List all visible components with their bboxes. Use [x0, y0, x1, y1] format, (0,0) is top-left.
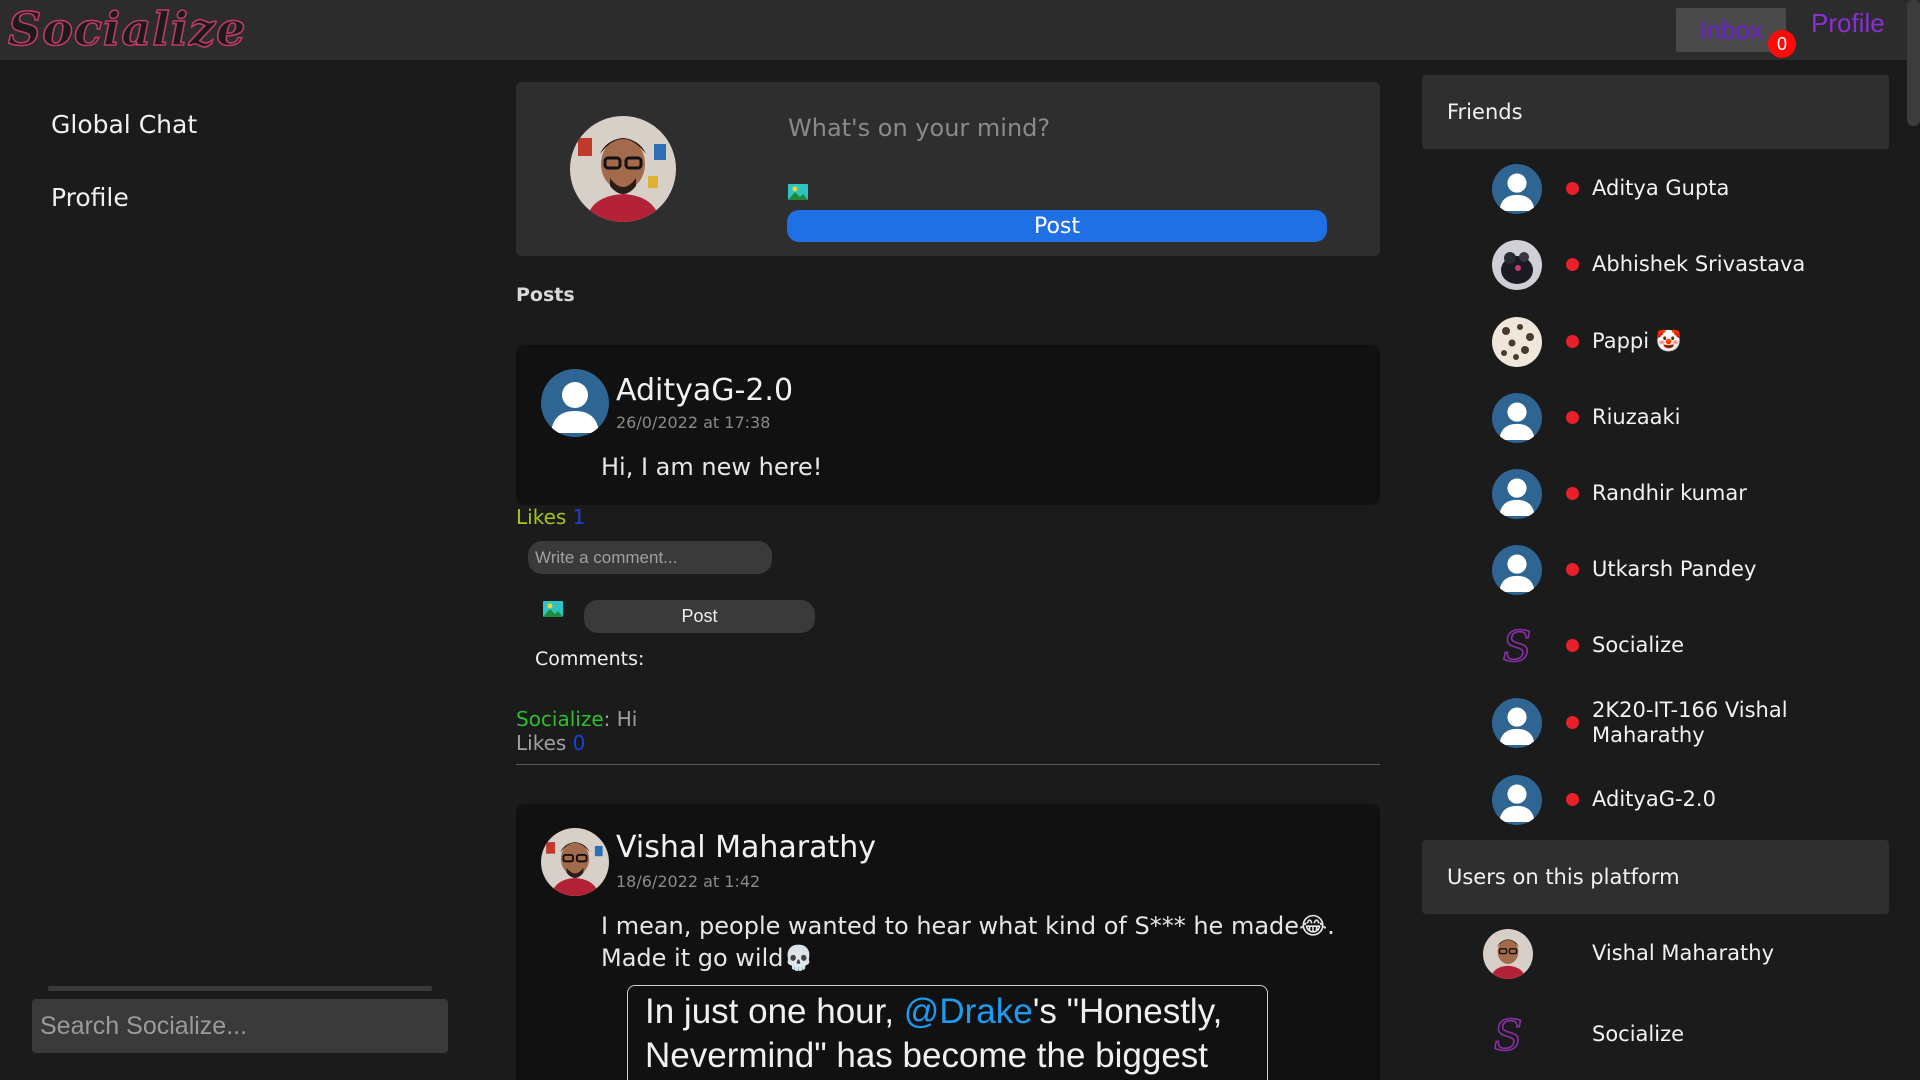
default-avatar-icon	[1492, 393, 1542, 443]
user-item[interactable]: S Socialize	[1483, 1010, 1883, 1062]
svg-text:S: S	[1503, 622, 1532, 671]
embedded-tweet[interactable]: In just one hour, @Drake's "Honestly, Ne…	[627, 985, 1268, 1080]
post-divider	[516, 764, 1380, 765]
post-text: I mean, people wanted to hear what kind …	[601, 910, 1335, 974]
comment-input[interactable]	[528, 541, 772, 574]
friend-name: Utkarsh Pandey	[1592, 557, 1757, 581]
friend-item[interactable]: Abhishek Srivastava	[1492, 240, 1892, 292]
status-dot	[1566, 335, 1579, 348]
add-image-icon[interactable]	[788, 184, 808, 200]
friend-name: Randhir kumar	[1592, 481, 1747, 505]
post-text-line: Made it go wild💀	[601, 944, 814, 972]
default-avatar-icon	[1492, 545, 1542, 595]
friend-name: 2K20-IT-166 Vishal Maharathy	[1592, 698, 1788, 747]
status-dot	[1566, 639, 1579, 652]
friend-item[interactable]: AdityaG-2.0	[1492, 775, 1892, 827]
search-input[interactable]	[32, 999, 448, 1053]
avatar[interactable]	[541, 828, 609, 896]
post-composer: Post	[516, 82, 1380, 256]
leopard-avatar	[1492, 317, 1542, 367]
user-name: Socialize	[1592, 1022, 1685, 1046]
post-text-line: I mean, people wanted to hear what kind …	[601, 912, 1335, 940]
friend-item[interactable]: Aditya Gupta	[1492, 164, 1892, 216]
inbox-count-badge: 0	[1768, 30, 1796, 58]
sidebar-divider	[48, 986, 432, 991]
friend-item[interactable]: Riuzaaki	[1492, 393, 1892, 445]
post-author[interactable]: AdityaG-2.0	[616, 373, 793, 408]
status-dot	[1566, 258, 1579, 271]
status-dot	[1566, 487, 1579, 500]
status-dot	[1566, 563, 1579, 576]
default-avatar-icon	[1492, 164, 1542, 214]
add-image-icon[interactable]	[543, 601, 563, 617]
scrollbar-thumb[interactable]	[1907, 0, 1920, 126]
comments-label: Comments:	[535, 648, 645, 670]
comment: Socialize: Hi	[516, 707, 638, 731]
nav-global-chat[interactable]: Global Chat	[51, 110, 197, 139]
post-text: Hi, I am new here!	[601, 453, 823, 481]
composer-post-button[interactable]: Post	[787, 210, 1327, 242]
user-item[interactable]: Vishal Maharathy	[1483, 929, 1883, 981]
friend-name: Socialize	[1592, 633, 1685, 657]
likes-count: 0	[572, 731, 586, 755]
default-avatar-icon	[541, 369, 609, 437]
comment-post-button[interactable]: Post	[584, 600, 815, 633]
post-date: 18/6/2022 at 1:42	[616, 872, 761, 891]
post-card: AdityaG-2.0 26/0/2022 at 17:38 Hi, I am …	[516, 345, 1380, 505]
composer-input[interactable]	[788, 98, 1348, 158]
default-avatar-icon	[1492, 698, 1542, 748]
status-dot	[1566, 793, 1579, 806]
status-dot	[1566, 411, 1579, 424]
post-date: 26/0/2022 at 17:38	[616, 413, 771, 432]
friend-name: Riuzaaki	[1592, 405, 1681, 429]
user-name: Vishal Maharathy	[1592, 941, 1775, 965]
friend-item[interactable]: S Socialize	[1492, 621, 1892, 673]
svg-text:S: S	[1494, 1011, 1523, 1060]
default-avatar-icon	[1492, 775, 1542, 825]
friend-item[interactable]: Pappi 🤡	[1492, 317, 1892, 369]
status-dot	[1566, 716, 1579, 729]
default-avatar-icon	[1492, 469, 1542, 519]
socialize-logo-icon: S	[1483, 1010, 1533, 1060]
comment-author[interactable]: Socialize	[516, 707, 604, 731]
embed-mention-link[interactable]: @Drake	[904, 992, 1033, 1031]
friend-item[interactable]: 2K20-IT-166 Vishal Maharathy	[1492, 698, 1892, 750]
friend-item[interactable]: Randhir kumar	[1492, 469, 1892, 521]
top-profile-link[interactable]: Profile	[1811, 8, 1885, 39]
top-bar: Socialize Inbox 0 Profile	[0, 0, 1920, 60]
likes-label: Likes	[516, 731, 567, 755]
photo-avatar	[1492, 240, 1542, 290]
socialize-logo-icon: S	[1492, 621, 1542, 671]
friends-heading: Friends	[1422, 75, 1889, 149]
friend-item[interactable]: Utkarsh Pandey	[1492, 545, 1892, 597]
likes-count: 1	[572, 505, 586, 529]
comment-text: Hi	[616, 707, 638, 731]
users-heading: Users on this platform	[1422, 840, 1889, 914]
friend-name: Pappi 🤡	[1592, 329, 1682, 353]
friend-name: AdityaG-2.0	[1592, 787, 1716, 811]
avatar[interactable]	[541, 369, 609, 437]
app-logo[interactable]: Socialize	[7, 1, 247, 57]
friend-name: Abhishek Srivastava	[1592, 252, 1806, 276]
avatar[interactable]	[570, 116, 676, 222]
comment-likes[interactable]: Likes 0	[516, 731, 585, 755]
friend-name: Aditya Gupta	[1592, 176, 1730, 200]
nav-profile[interactable]: Profile	[51, 183, 129, 212]
likes-label: Likes	[516, 505, 567, 529]
post-likes[interactable]: Likes 1	[516, 505, 585, 529]
photo-avatar	[1483, 929, 1533, 979]
post-author[interactable]: Vishal Maharathy	[616, 830, 876, 865]
embed-text: In just one hour,	[645, 992, 904, 1031]
status-dot	[1566, 182, 1579, 195]
posts-heading: Posts	[516, 284, 575, 306]
